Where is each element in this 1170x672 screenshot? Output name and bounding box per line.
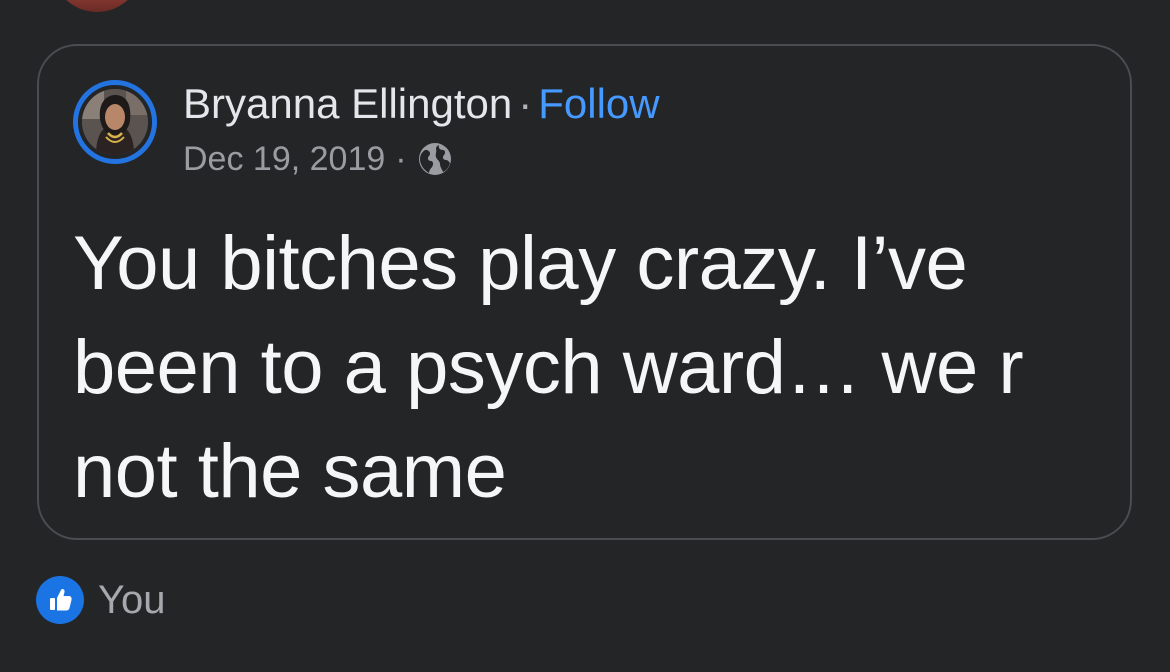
author-name[interactable]: Bryanna Ellington [183, 80, 512, 127]
author-avatar-image [82, 89, 148, 155]
meta-separator: · [395, 140, 407, 178]
follow-button[interactable]: Follow [538, 80, 659, 127]
reaction-label[interactable]: You [98, 576, 166, 624]
post-date[interactable]: Dec 19, 2019 [183, 136, 385, 182]
name-separator: · [518, 80, 533, 127]
author-line: Bryanna Ellington · Follow [183, 74, 660, 134]
globe-icon[interactable] [417, 141, 453, 177]
post-body-text: You bitches play crazy. I’ve been to a p… [73, 221, 1024, 514]
like-icon [36, 576, 84, 624]
author-avatar[interactable] [73, 80, 157, 164]
shared-post-card[interactable]: Bryanna Ellington · Follow Dec 19, 2019 · … [37, 44, 1132, 540]
previous-avatar[interactable] [52, 0, 142, 12]
post-meta: Dec 19, 2019 · [183, 136, 453, 182]
reactions-bar[interactable]: You [36, 576, 166, 624]
